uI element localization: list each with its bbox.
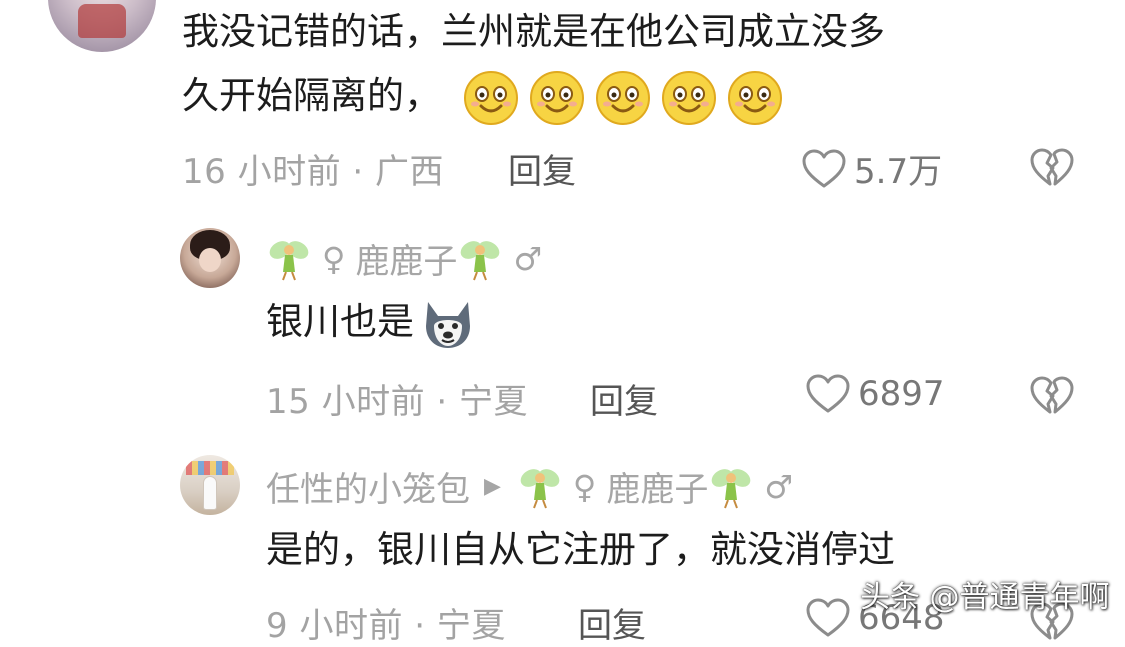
heart-icon bbox=[806, 374, 850, 413]
separator: · bbox=[436, 382, 448, 422]
heart-icon bbox=[802, 149, 846, 187]
male-icon: ♂ bbox=[513, 239, 543, 278]
husky-dog-icon bbox=[426, 301, 470, 348]
separator: · bbox=[352, 152, 364, 192]
region: 广西 bbox=[375, 152, 445, 192]
fairy-icon bbox=[712, 468, 751, 508]
timestamp: 16 小时前 bbox=[182, 152, 342, 192]
grinning-face-icon bbox=[530, 70, 584, 125]
comment-meta: 16 小时前 · 广西 bbox=[182, 144, 444, 193]
male-icon: ♂ bbox=[764, 467, 794, 506]
region: 宁夏 bbox=[436, 606, 506, 646]
comment-text-continued: 久开始隔离的， bbox=[182, 68, 783, 126]
username[interactable]: 鹿鹿子 bbox=[355, 234, 457, 283]
region: 宁夏 bbox=[459, 382, 529, 422]
reply-meta: 15 小时前 · 宁夏 bbox=[266, 374, 528, 423]
reply-meta: 9 小时前 · 宁夏 bbox=[266, 598, 506, 647]
grinning-face-icon bbox=[728, 70, 782, 125]
reply-header: 任性的小笼包 ▶ ♀ 鹿鹿子 ♂ bbox=[266, 462, 803, 511]
emoji-group bbox=[463, 70, 783, 126]
reply-text: 是的，银川自从它注册了，就没消停过 bbox=[266, 528, 895, 571]
like-count: 6897 bbox=[858, 374, 945, 414]
reply-header: ♀ 鹿鹿子 ♂ bbox=[266, 234, 552, 283]
reply-button[interactable]: 回复 bbox=[508, 144, 576, 193]
avatar[interactable] bbox=[180, 228, 240, 288]
avatar[interactable] bbox=[180, 455, 240, 515]
separator: · bbox=[414, 606, 426, 646]
watermark: 头条 @普通青年啊 bbox=[860, 580, 1110, 615]
reply-text: 银川也是 bbox=[266, 294, 476, 352]
timestamp: 15 小时前 bbox=[266, 382, 426, 422]
broken-heart-icon[interactable] bbox=[1030, 376, 1074, 416]
reply-button[interactable]: 回复 bbox=[578, 598, 646, 647]
reply-button[interactable]: 回复 bbox=[590, 374, 658, 423]
fairy-icon bbox=[269, 240, 309, 280]
heart-icon bbox=[806, 598, 850, 637]
grinning-face-icon bbox=[464, 70, 518, 125]
fairy-icon bbox=[520, 468, 560, 508]
fairy-icon bbox=[461, 240, 500, 280]
like-button[interactable]: 5.7万 bbox=[802, 144, 942, 193]
reply-arrow-icon: ▶ bbox=[484, 474, 501, 499]
female-icon: ♀ bbox=[322, 239, 346, 278]
like-count: 5.7万 bbox=[854, 152, 943, 192]
grinning-face-icon bbox=[662, 70, 716, 125]
grinning-face-icon bbox=[596, 70, 650, 125]
avatar[interactable] bbox=[48, 0, 156, 52]
female-icon: ♀ bbox=[572, 467, 597, 506]
broken-heart-icon[interactable] bbox=[1030, 148, 1074, 188]
timestamp: 9 小时前 bbox=[266, 606, 403, 646]
username[interactable]: 鹿鹿子 bbox=[606, 462, 708, 511]
username[interactable]: 任性的小笼包 bbox=[266, 462, 470, 511]
comment-text: 我没记错的话，兰州就是在他公司成立没多 bbox=[182, 10, 885, 53]
like-button[interactable]: 6897 bbox=[806, 374, 945, 414]
